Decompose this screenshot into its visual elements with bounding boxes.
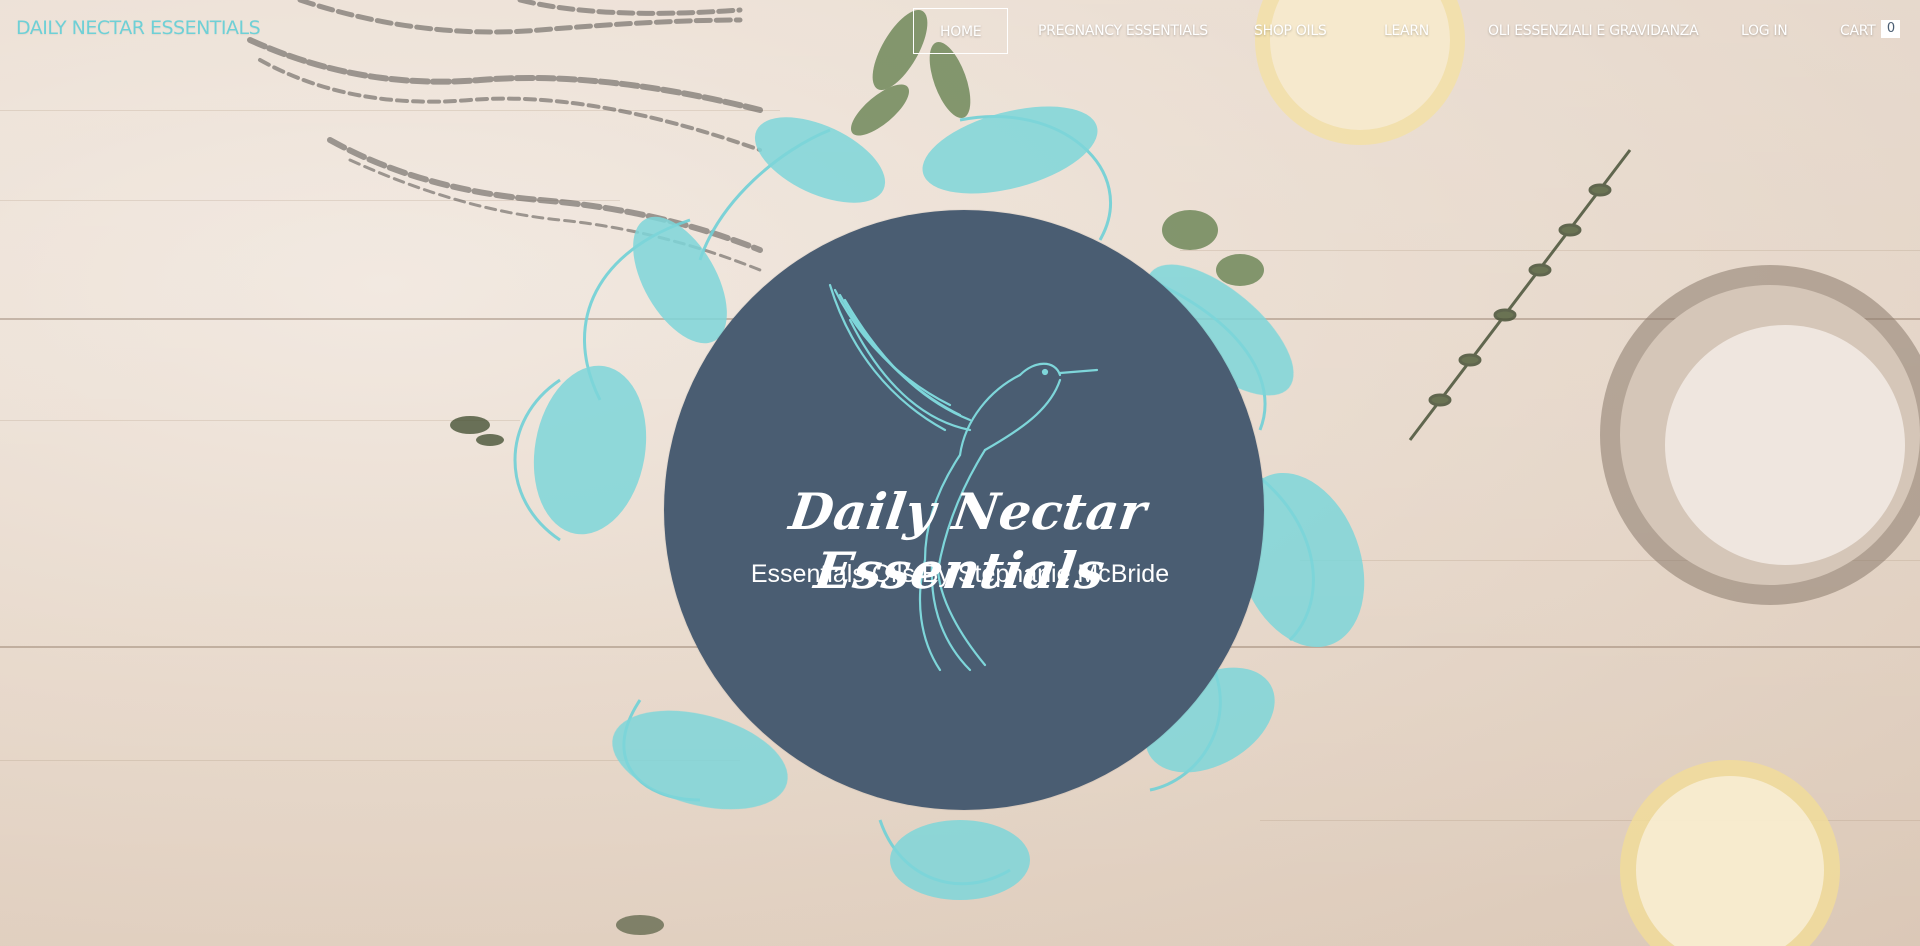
top-navigation: DAILY NECTAR ESSENTIALS HOME PREGNANCY E… — [0, 0, 1920, 62]
hummingbird-icon — [828, 283, 1099, 672]
page: DAILY NECTAR ESSENTIALS HOME PREGNANCY E… — [0, 0, 1920, 946]
nav-learn[interactable]: LEARN — [1384, 8, 1429, 54]
cart-label: CART — [1840, 23, 1876, 39]
site-title-link[interactable]: DAILY NECTAR ESSENTIALS — [16, 17, 261, 39]
nav-log-in[interactable]: LOG IN — [1741, 8, 1788, 54]
nav-pregnancy-essentials[interactable]: PREGNANCY ESSENTIALS — [1038, 8, 1208, 54]
hero-tagline: Essentials Oils By Stephanie McBride — [750, 560, 1170, 588]
cart-count-badge: 0 — [1881, 20, 1901, 38]
nav-home[interactable]: HOME — [913, 8, 1009, 54]
nav-cart[interactable]: CART 0 — [1840, 8, 1901, 54]
nav-shop-oils[interactable]: SHOP OILS — [1254, 8, 1327, 54]
nav-oli-essenziali[interactable]: OLI ESSENZIALI E GRAVIDANZA — [1488, 8, 1699, 54]
